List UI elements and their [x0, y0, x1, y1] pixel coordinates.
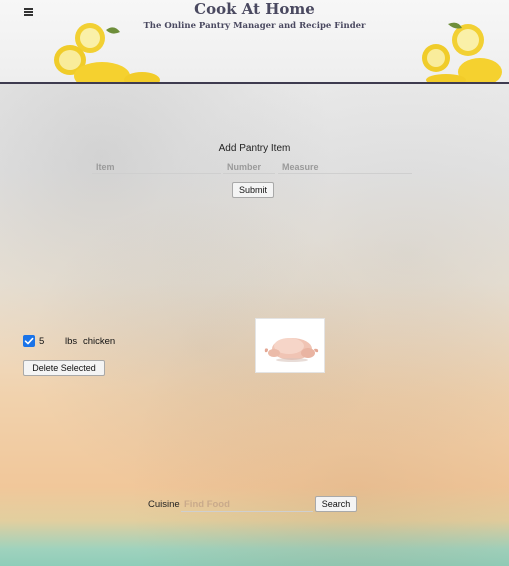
lemons-left-image — [54, 23, 160, 82]
pantry-item-quantity: 5 — [39, 336, 45, 347]
site-title: Cook At Home — [194, 0, 315, 18]
number-input[interactable] — [223, 160, 275, 174]
search-button[interactable]: Search — [315, 496, 357, 512]
chicken-image — [255, 318, 325, 373]
lemons-right-image — [422, 22, 502, 82]
measure-input[interactable] — [278, 160, 412, 174]
add-pantry-title: Add Pantry Item — [218, 143, 291, 154]
find-food-input[interactable] — [181, 498, 313, 512]
pantry-item-name: chicken — [83, 336, 116, 347]
item-input[interactable] — [92, 160, 221, 174]
site-header: Cook At Home The Online Pantry Manager a… — [0, 0, 509, 84]
delete-selected-button[interactable]: Delete Selected — [23, 360, 105, 376]
checkmark-icon — [24, 337, 34, 345]
cuisine-label: Cuisine — [148, 499, 180, 510]
pantry-item-measure: lbs — [65, 336, 78, 347]
submit-button[interactable]: Submit — [232, 182, 274, 198]
pantry-item-checkbox[interactable] — [23, 335, 35, 347]
